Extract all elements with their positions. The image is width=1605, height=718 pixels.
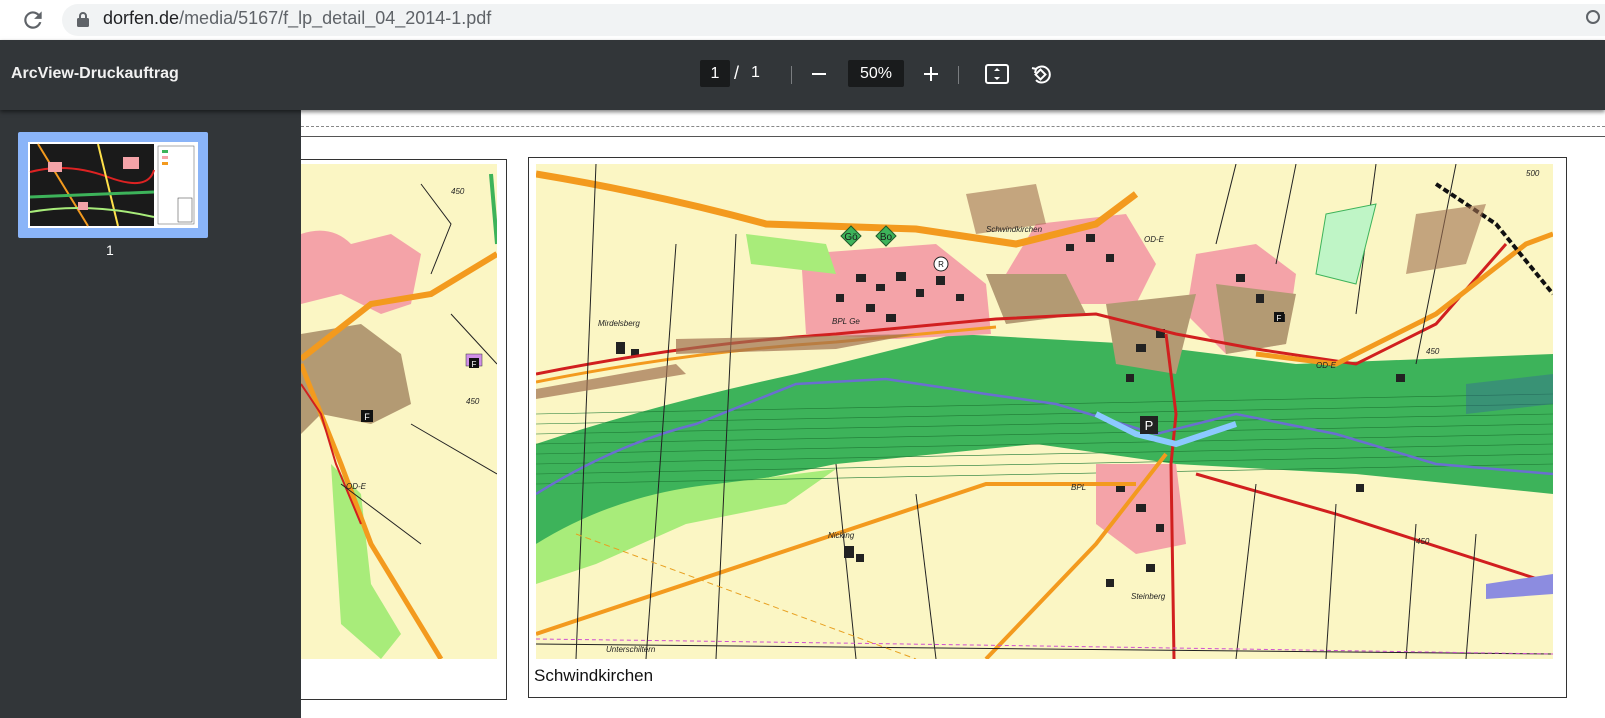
reload-icon[interactable] xyxy=(20,7,46,33)
map-caption: Schwindkirchen xyxy=(534,666,654,685)
map-symbol-bo: Bo xyxy=(880,232,893,243)
fit-to-page-button[interactable] xyxy=(981,58,1013,90)
rotate-button[interactable] xyxy=(1025,58,1057,90)
document-viewer[interactable]: 450 450 OD-E F F Gö Bo R P F Mirdelsberg… xyxy=(301,110,1605,718)
place-unterschiltern: Unterschiltern xyxy=(606,645,656,654)
url-path: /media/5167/f_lp_detail_04_2014-1.pdf xyxy=(179,8,492,28)
page-number-input[interactable]: 1 xyxy=(700,60,730,87)
zoom-in-button[interactable] xyxy=(915,58,947,90)
label-bpl: BPL Ge xyxy=(832,317,860,326)
map-symbol-go: Gö xyxy=(844,232,858,243)
plus-icon xyxy=(924,67,938,81)
page-border-dashed xyxy=(301,126,1605,127)
place-schwindkirchen: Schwindkirchen xyxy=(986,225,1043,234)
contour-label: 450 xyxy=(1416,537,1430,546)
map-symbol-f: F xyxy=(1277,314,1282,323)
label-bpl-short: BPL xyxy=(1071,483,1086,492)
url-host: dorfen.de xyxy=(103,8,180,28)
map-symbol-r: R xyxy=(938,260,944,269)
page-total: 1 xyxy=(751,64,760,81)
place-steinberg: Steinberg xyxy=(1131,592,1166,601)
f-symbol: F xyxy=(472,360,477,369)
main-map: Gö Bo R P F Mirdelsberg Schwindkirchen N… xyxy=(536,164,1553,659)
zoom-out-button[interactable] xyxy=(803,58,835,90)
fit-page-icon xyxy=(985,64,1009,84)
left-contour-label: 450 xyxy=(451,187,465,196)
url-text[interactable]: dorfen.de/media/5167/f_lp_detail_04_2014… xyxy=(103,8,491,29)
contour-label: 500 xyxy=(1526,169,1540,178)
left-contour-label: 450 xyxy=(466,397,480,406)
place-mirdelsberg: Mirdelsberg xyxy=(598,319,640,328)
label-od-e-short: OD-E xyxy=(1316,361,1337,370)
map-symbol-parking: P xyxy=(1145,418,1154,433)
toolbar-divider xyxy=(958,66,959,84)
lock-icon[interactable] xyxy=(76,11,90,27)
rotate-icon xyxy=(1031,65,1051,84)
place-nicking: Nicking xyxy=(828,531,855,540)
pdf-toolbar: ArcView-Druckauftrag 1 / 1 50% xyxy=(0,40,1605,110)
page-border-line xyxy=(301,136,1605,137)
left-map-detail: 450 450 OD-E F F xyxy=(301,164,497,659)
left-od-label: OD-E xyxy=(346,482,367,491)
minus-icon xyxy=(812,73,826,75)
f-symbol: F xyxy=(364,412,370,422)
search-icon[interactable] xyxy=(1585,9,1605,29)
browser-address-bar: dorfen.de/media/5167/f_lp_detail_04_2014… xyxy=(0,0,1605,41)
toolbar-divider xyxy=(791,66,792,84)
thumbnail-sidebar: 1 xyxy=(0,110,301,718)
thumbnail-page-number: 1 xyxy=(106,242,114,258)
zoom-level-input[interactable]: 50% xyxy=(848,60,904,87)
document-title: ArcView-Druckauftrag xyxy=(11,65,179,82)
pdf-page: 450 450 OD-E F F Gö Bo R P F Mirdelsberg… xyxy=(301,110,1605,718)
contour-label: 450 xyxy=(1426,347,1440,356)
thumbnail-image xyxy=(28,142,198,228)
label-od-e: OD-E xyxy=(1144,235,1165,244)
page-separator: / xyxy=(734,63,740,83)
page-thumbnail[interactable] xyxy=(18,132,208,238)
